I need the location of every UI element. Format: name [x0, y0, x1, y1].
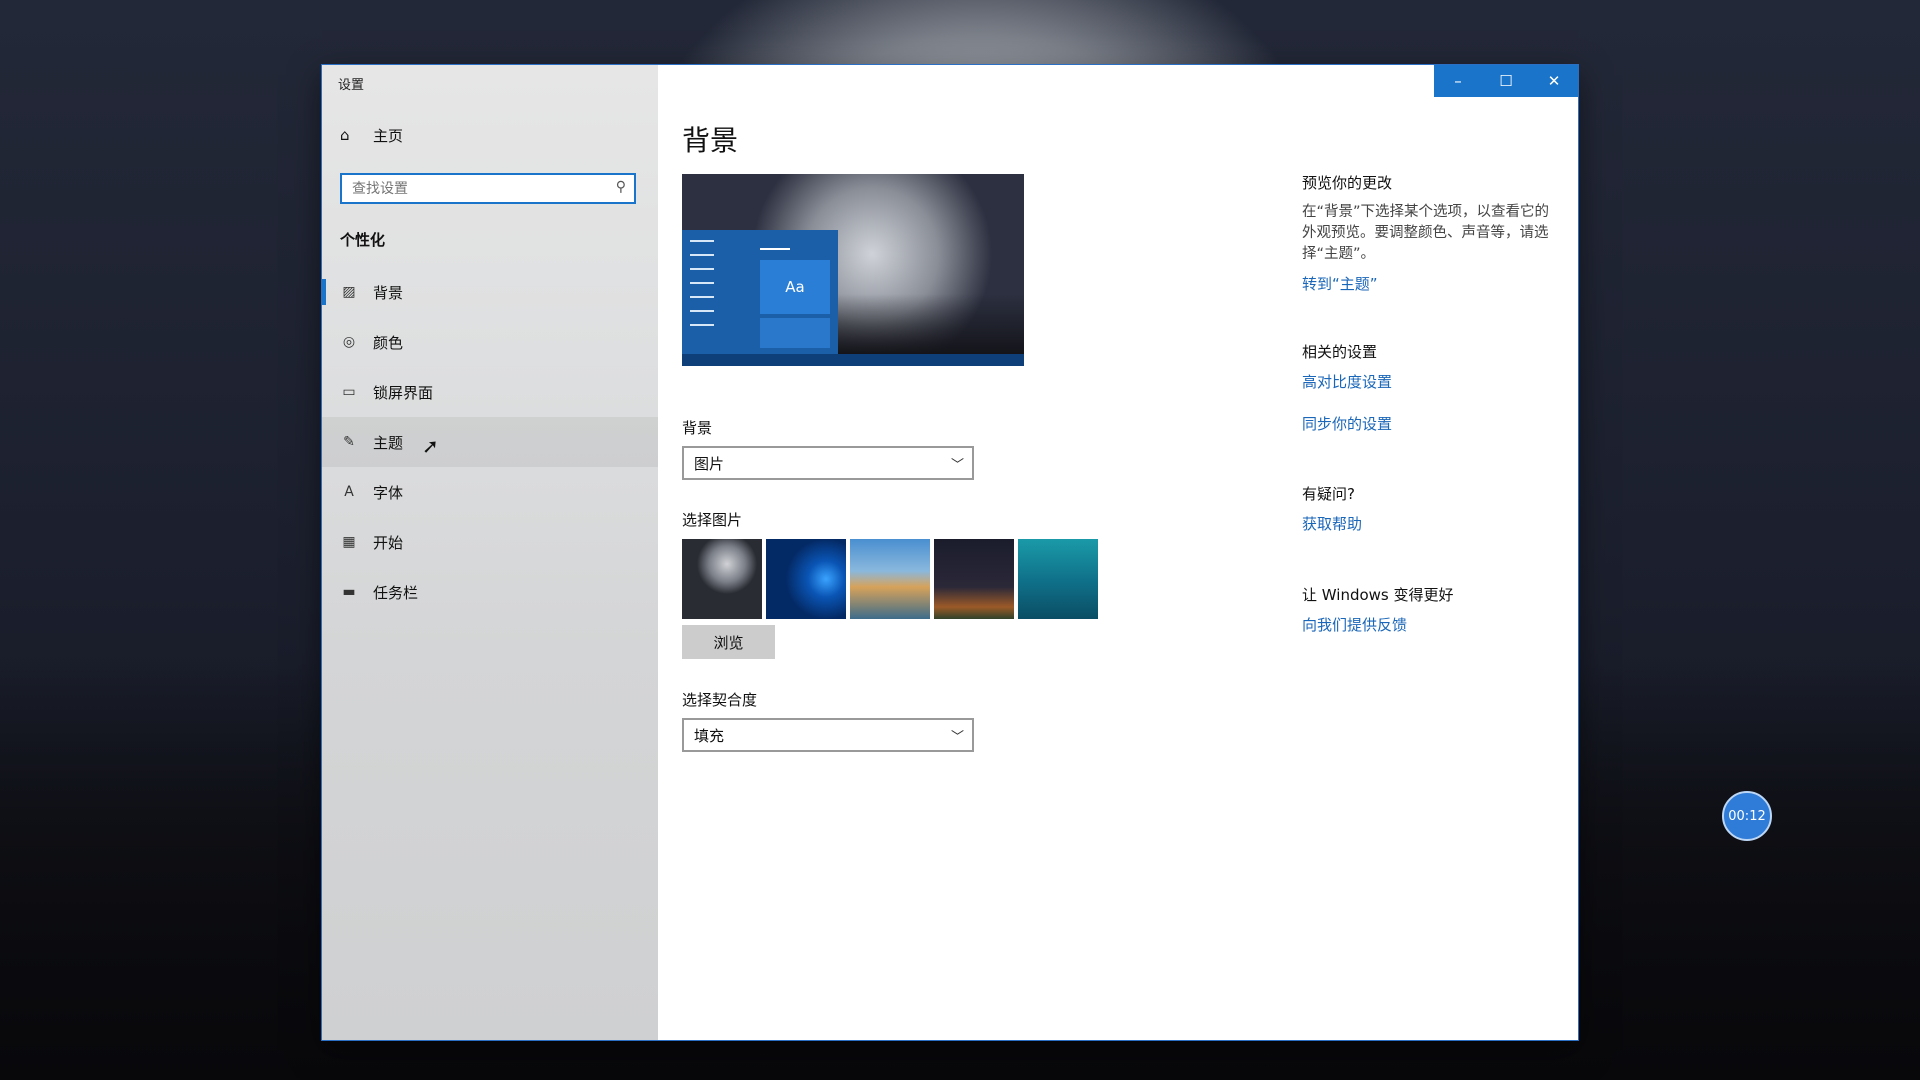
- fit-select[interactable]: 填充 ﹀: [682, 718, 974, 752]
- sidebar-item-label: 任务栏: [373, 583, 419, 602]
- home-label: 主页: [373, 126, 404, 145]
- picture-thumbnail[interactable]: [1018, 539, 1098, 619]
- theme-brush-icon: ✎: [343, 434, 355, 450]
- sidebar-item-label: 背景: [373, 283, 404, 302]
- home-icon: ⌂: [340, 126, 350, 144]
- lock-screen-icon: ▭: [342, 384, 356, 400]
- picture-icon: ▨: [342, 284, 356, 300]
- palette-icon: ◎: [342, 334, 356, 350]
- go-to-themes-link[interactable]: 转到“主题”: [1302, 273, 1560, 294]
- chevron-down-icon: ﹀: [950, 458, 964, 473]
- sidebar-item-background[interactable]: ▨ 背景: [322, 267, 658, 317]
- picture-thumbnail[interactable]: [850, 539, 930, 619]
- sidebar-item-label: 开始: [373, 533, 404, 552]
- fit-select-value: 填充: [694, 726, 725, 745]
- search-box[interactable]: ⚲: [340, 173, 636, 204]
- sync-settings-link[interactable]: 同步你的设置: [1302, 413, 1392, 434]
- search-icon[interactable]: ⚲: [616, 179, 626, 195]
- preview-taskbar: [682, 354, 1024, 366]
- recording-timer[interactable]: 00:12: [1722, 791, 1772, 841]
- feedback-title: 让 Windows 变得更好: [1302, 586, 1454, 604]
- sidebar-item-themes[interactable]: ✎ 主题: [322, 417, 658, 467]
- preview-tile: Aa: [760, 260, 830, 314]
- picture-thumbnail[interactable]: [682, 539, 762, 619]
- preview-changes-text: 在“背景”下选择某个选项，以查看它的外观预览。要调整颜色、声音等，请选择“主题”…: [1302, 204, 1550, 262]
- high-contrast-link[interactable]: 高对比度设置: [1302, 371, 1392, 392]
- help-section: 有疑问? 获取帮助: [1302, 483, 1362, 534]
- background-preview: Aa: [682, 174, 1024, 366]
- sidebar-item-lock-screen[interactable]: ▭ 锁屏界面: [322, 367, 658, 417]
- preview-changes-section: 预览你的更改 在“背景”下选择某个选项，以查看它的外观预览。要调整颜色、声音等，…: [1302, 172, 1560, 294]
- picture-thumbnail[interactable]: [766, 539, 846, 619]
- sidebar-item-taskbar[interactable]: ▬ 任务栏: [322, 567, 658, 617]
- feedback-section: 让 Windows 变得更好 向我们提供反馈: [1302, 584, 1454, 635]
- sidebar-item-fonts[interactable]: A 字体: [322, 467, 658, 517]
- sidebar-item-start[interactable]: ▦ 开始: [322, 517, 658, 567]
- sidebar-item-label: 锁屏界面: [373, 383, 434, 402]
- background-select[interactable]: 图片 ﹀: [682, 446, 974, 480]
- related-settings-title: 相关的设置: [1302, 343, 1378, 361]
- mouse-cursor-icon: ➚: [422, 434, 439, 458]
- taskbar-icon: ▬: [342, 584, 356, 600]
- page-title: 背景: [682, 124, 739, 157]
- picture-thumbnails: [682, 539, 1098, 619]
- chevron-down-icon: ﹀: [950, 730, 964, 745]
- feedback-link[interactable]: 向我们提供反馈: [1302, 614, 1454, 635]
- sidebar-item-label: 主题: [373, 433, 404, 452]
- sidebar: 设置 ⌂ 主页 ⚲ 个性化 ▨ 背景 ◎ 颜色 ▭ 锁屏界面 ✎: [322, 65, 658, 1040]
- search-input[interactable]: [342, 175, 602, 202]
- help-title: 有疑问?: [1302, 485, 1355, 503]
- picture-thumbnail[interactable]: [934, 539, 1014, 619]
- fit-label: 选择契合度: [682, 691, 758, 709]
- sidebar-item-label: 颜色: [373, 333, 404, 352]
- background-label: 背景: [682, 419, 713, 437]
- related-settings-section: 相关的设置 高对比度设置 同步你的设置: [1302, 341, 1392, 434]
- font-icon: A: [344, 484, 354, 500]
- window-title: 设置: [338, 78, 365, 93]
- start-icon: ▦: [342, 534, 356, 550]
- sidebar-item-colors[interactable]: ◎ 颜色: [322, 317, 658, 367]
- get-help-link[interactable]: 获取帮助: [1302, 513, 1362, 534]
- browse-button[interactable]: 浏览: [682, 625, 775, 659]
- preview-changes-title: 预览你的更改: [1302, 174, 1393, 192]
- home-nav-item[interactable]: ⌂ 主页: [340, 121, 403, 149]
- choose-picture-label: 选择图片: [682, 511, 743, 529]
- background-select-value: 图片: [694, 454, 725, 473]
- section-title: 个性化: [340, 231, 386, 249]
- sidebar-item-label: 字体: [373, 483, 404, 502]
- nav-list: ▨ 背景 ◎ 颜色 ▭ 锁屏界面 ✎ 主题 A 字体 ▦ 开始 ▬ 任务栏: [322, 267, 658, 617]
